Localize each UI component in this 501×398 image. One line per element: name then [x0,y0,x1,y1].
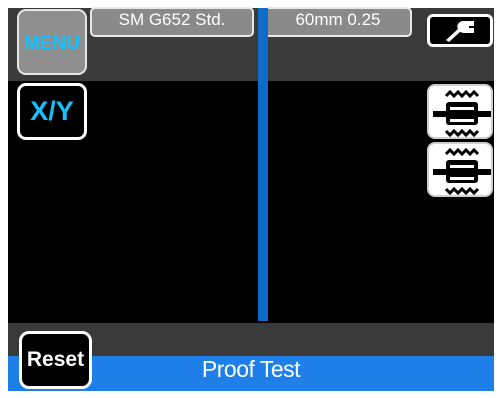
cleave-setting-button[interactable]: 60mm 0.25 [264,7,412,37]
menu-button[interactable]: MENU [17,9,87,75]
reset-button[interactable]: Reset [19,331,92,389]
fiber-motor-icon [433,89,491,138]
motor-button-lower[interactable] [427,142,493,197]
fiber-motor-icon [433,147,491,196]
fiber-type-label: SM G652 Std. [118,10,226,29]
wrench-button[interactable] [427,14,493,47]
wrench-icon [446,21,474,42]
motor-button-upper[interactable] [427,84,493,139]
fiber-image-line [258,8,268,321]
cleave-setting-label: 60mm 0.25 [295,10,381,29]
xy-view-button[interactable]: X/Y [17,83,87,140]
fiber-type-button[interactable]: SM G652 Std. [90,7,254,37]
